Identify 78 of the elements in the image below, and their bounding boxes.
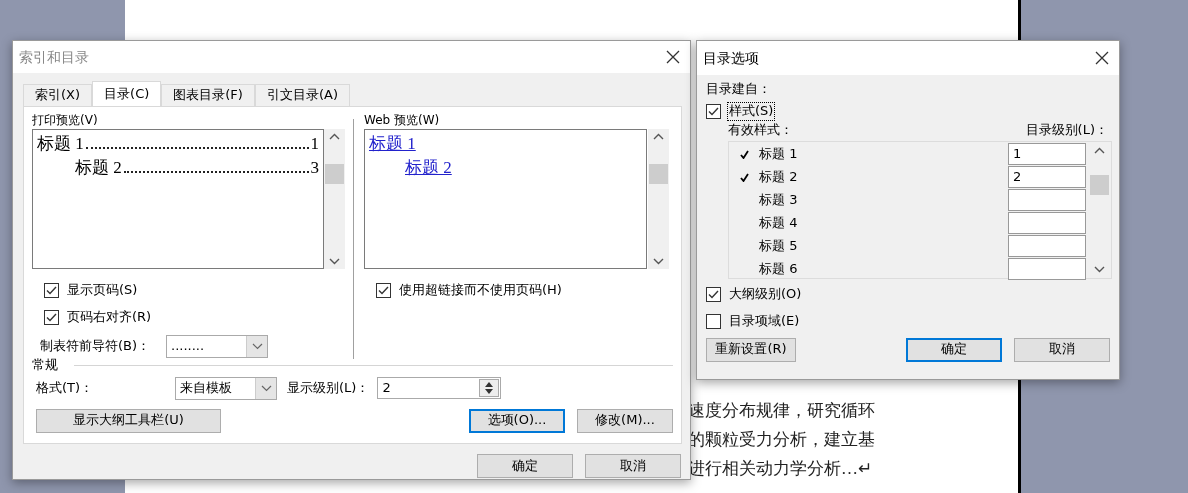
level-field[interactable]	[1008, 188, 1086, 211]
window-title: 目录选项	[703, 48, 759, 68]
scroll-thumb[interactable]	[325, 163, 344, 184]
format-dropdown[interactable]: 来自模板	[175, 376, 277, 400]
reset-button[interactable]: 重新设置(R)	[706, 337, 796, 362]
scroll-up-icon	[329, 132, 340, 140]
outline-checkbox[interactable]	[706, 286, 721, 302]
dialog-button[interactable]: 取消	[1014, 337, 1110, 362]
styles-label: 样式(S)	[727, 101, 776, 121]
scroll-down-icon	[329, 257, 340, 265]
preview-label: 打印预览(V)	[32, 113, 99, 129]
styles-checkbox[interactable]	[706, 103, 721, 119]
scroll-down-icon	[653, 257, 664, 265]
option-label: 页码右对齐(R)	[66, 307, 153, 326]
fields-checkbox[interactable]	[706, 313, 721, 329]
scroll-down-icon	[1094, 265, 1105, 273]
level-field[interactable]: 2	[1008, 165, 1086, 188]
style-name: 标题 4	[759, 214, 798, 232]
spinner-value: 2	[382, 379, 391, 397]
tab[interactable]: 图表目录(F)	[161, 84, 255, 106]
scroll-up-icon	[1094, 146, 1105, 154]
document-text: 进行相关动力学分析…↵	[688, 458, 872, 480]
page-number: 3	[310, 156, 319, 179]
preview-label: Web 预览(W)	[364, 113, 441, 129]
dialog-button[interactable]: 选项(O)...	[469, 408, 565, 433]
close-icon	[666, 50, 680, 64]
check-icon	[708, 289, 719, 299]
toc-link[interactable]: 标题 1	[369, 131, 416, 156]
level-field[interactable]	[1008, 234, 1086, 257]
check-icon	[378, 285, 389, 295]
style-name: 标题 2	[759, 168, 798, 186]
level-field[interactable]: 1	[1008, 142, 1086, 165]
close-icon	[1095, 51, 1109, 65]
tab[interactable]: 目录(C)	[92, 81, 162, 106]
dialog-button[interactable]: 确定	[906, 337, 1002, 362]
dialog-button[interactable]: 修改(M)...	[577, 408, 673, 433]
scroll-up-icon	[653, 132, 664, 140]
scrollbar[interactable]	[324, 128, 345, 269]
levels-spinner[interactable]: 2	[377, 377, 502, 400]
levels-label: 显示级别(L)：	[287, 379, 370, 397]
check-icon	[708, 106, 719, 116]
toc-entry: 标题 2	[75, 156, 122, 179]
scroll-thumb[interactable]	[1090, 174, 1109, 195]
style-name: 标题 3	[759, 191, 798, 209]
check-icon	[46, 285, 57, 295]
scroll-thumb[interactable]	[649, 163, 668, 184]
level-field[interactable]	[1008, 257, 1086, 280]
tab[interactable]: 索引(X)	[23, 84, 93, 106]
toc-link[interactable]: 标题 2	[405, 155, 452, 180]
section-heading: 常规	[32, 357, 58, 374]
section-label: 目录建自：	[706, 81, 772, 98]
page-number: 1	[310, 132, 319, 155]
option-checkbox[interactable]	[376, 282, 391, 298]
leader-label: 制表符前导符(B)：	[40, 337, 151, 355]
dropdown-value: ........	[171, 337, 205, 355]
window-title: 索引和目录	[19, 47, 89, 67]
outline-toolbar-button[interactable]: 显示大纲工具栏(U)	[36, 408, 221, 433]
dropdown-value: 来自模板	[180, 379, 232, 397]
option-checkbox[interactable]	[44, 309, 59, 325]
level-field[interactable]	[1008, 211, 1086, 234]
option-label: 使用超链接而不使用页码(H)	[398, 280, 563, 299]
column-header: 有效样式：	[728, 121, 793, 139]
column-header: 目录级别(L)：	[1025, 121, 1108, 139]
dialog-button[interactable]: 取消	[585, 454, 681, 478]
dialog-button[interactable]: 确定	[477, 454, 573, 478]
format-label: 格式(T)：	[36, 379, 95, 397]
option-checkbox[interactable]	[44, 282, 59, 298]
check-icon	[46, 312, 57, 322]
outline-label: 大纲级别(O)	[728, 284, 803, 303]
style-name: 标题 6	[759, 260, 798, 278]
style-name: 标题 1	[759, 145, 798, 163]
scrollbar[interactable]	[648, 128, 669, 269]
toc-entry: 标题 1	[37, 132, 84, 155]
leader-dropdown[interactable]: ........	[166, 334, 269, 358]
tab[interactable]: 引文目录(A)	[254, 84, 350, 106]
option-label: 显示页码(S)	[66, 280, 139, 299]
fields-label: 目录项域(E)	[728, 311, 801, 330]
style-name: 标题 5	[759, 237, 798, 255]
